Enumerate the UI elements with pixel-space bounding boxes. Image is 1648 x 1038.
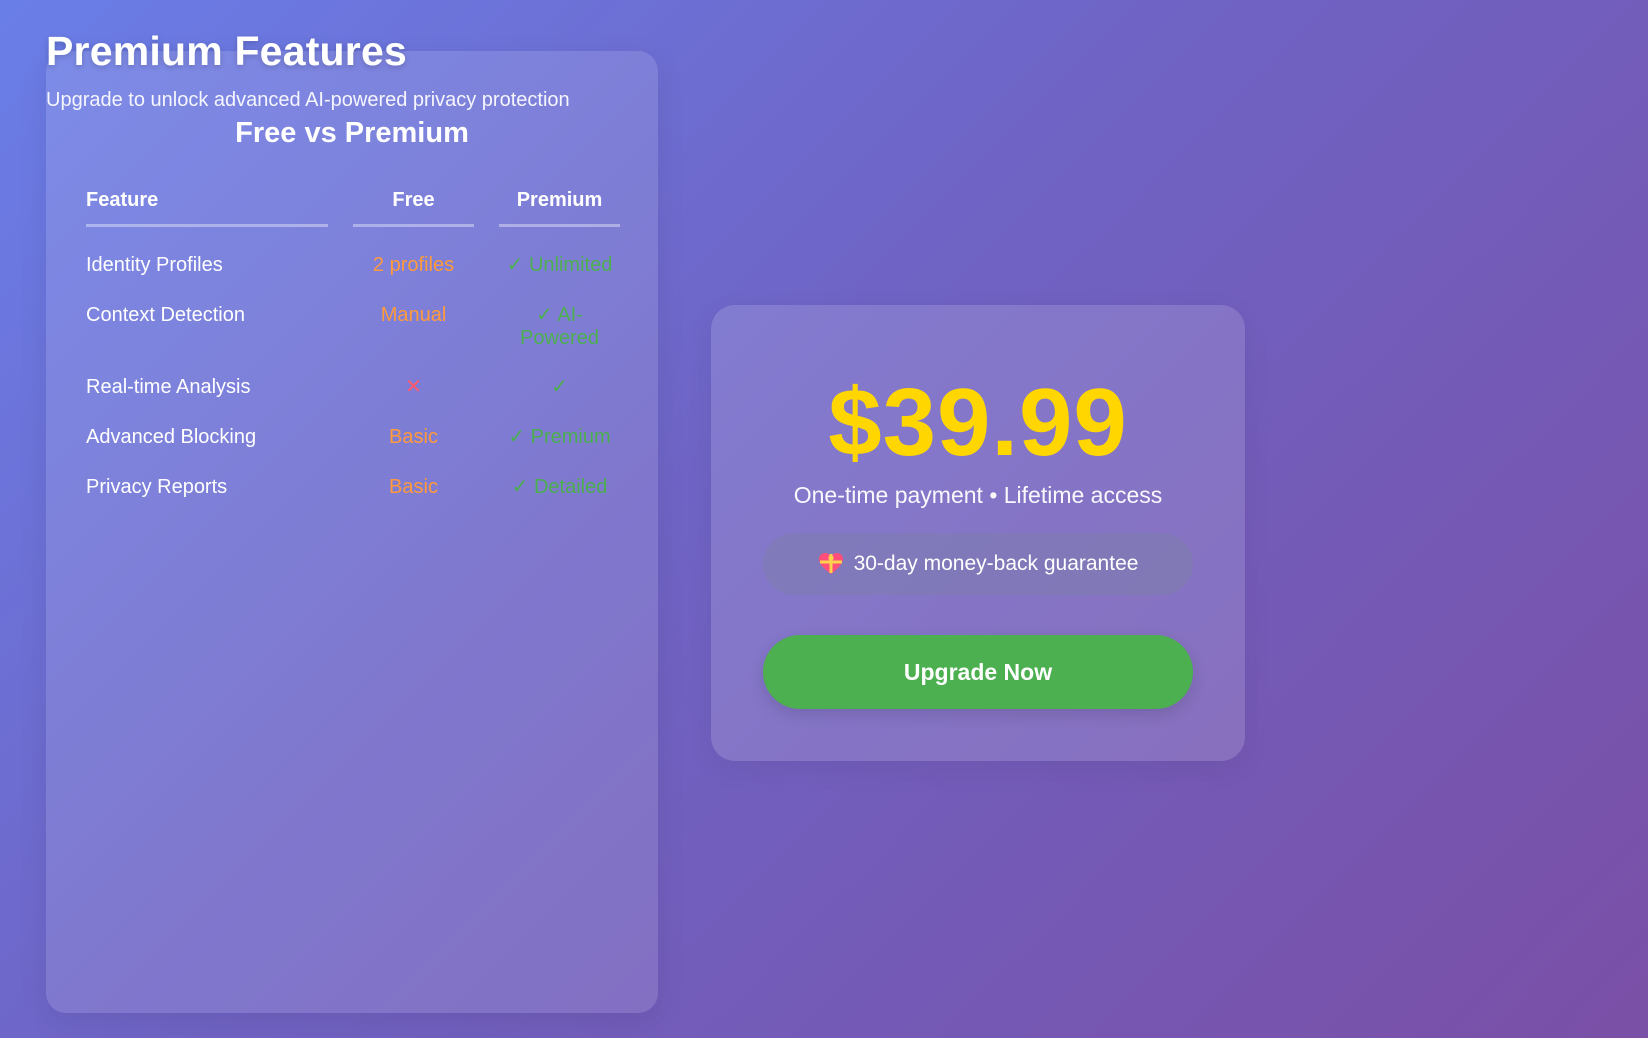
feature-name: Advanced Blocking: [86, 426, 257, 448]
table-row: Advanced Blocking Basic ✓ Premium: [86, 426, 620, 476]
feature-name: Context Detection: [86, 304, 245, 326]
table-row: Context Detection Manual ✓ AI-Powered: [86, 304, 620, 376]
price-note: One-time payment • Lifetime access: [793, 482, 1163, 508]
column-header-free: Free: [353, 189, 474, 227]
comparison-title: Free vs Premium: [235, 117, 469, 149]
feature-name: Privacy Reports: [86, 476, 228, 498]
heart-gift-icon: [818, 552, 844, 576]
free-value: 2 profiles: [372, 254, 455, 276]
free-value: Basic: [389, 476, 438, 498]
cross-icon: ✕: [405, 376, 422, 398]
premium-value: ✓ Detailed: [511, 476, 608, 498]
column-header-feature: Feature: [86, 189, 328, 227]
comparison-table: Feature Free Premium Identity Profiles 2…: [61, 189, 645, 526]
page-title: Premium Features: [46, 28, 407, 74]
page-header: Premium Features Upgrade to unlock advan…: [46, 28, 570, 112]
guarantee-badge: 30-day money-back guarantee: [763, 533, 1193, 595]
table-row: Real-time Analysis ✕ ✓: [86, 376, 620, 426]
feature-name: Real-time Analysis: [86, 376, 251, 398]
free-value: Basic: [389, 426, 438, 448]
pricing-card: $39.99 One-time payment • Lifetime acces…: [711, 305, 1245, 761]
free-value: Manual: [380, 304, 447, 326]
feature-name: Identity Profiles: [86, 254, 223, 276]
premium-value: ✓ Premium: [508, 426, 611, 448]
price: $39.99: [828, 369, 1128, 476]
guarantee-text: 30-day money-back guarantee: [853, 552, 1139, 575]
check-icon: ✓: [551, 376, 568, 398]
page-subtitle: Upgrade to unlock advanced AI-powered pr…: [46, 89, 570, 111]
column-header-premium: Premium: [499, 189, 620, 227]
table-header-row: Feature Free Premium: [86, 189, 620, 227]
table-row: Identity Profiles 2 profiles ✓ Unlimited: [86, 227, 620, 304]
table-row: Privacy Reports Basic ✓ Detailed: [86, 476, 620, 526]
comparison-card: Free vs Premium Feature Free Premium Ide…: [46, 51, 658, 1013]
premium-value: ✓ Unlimited: [506, 254, 613, 276]
premium-value: ✓ AI-Powered: [520, 304, 599, 349]
upgrade-now-button[interactable]: Upgrade Now: [763, 635, 1193, 709]
